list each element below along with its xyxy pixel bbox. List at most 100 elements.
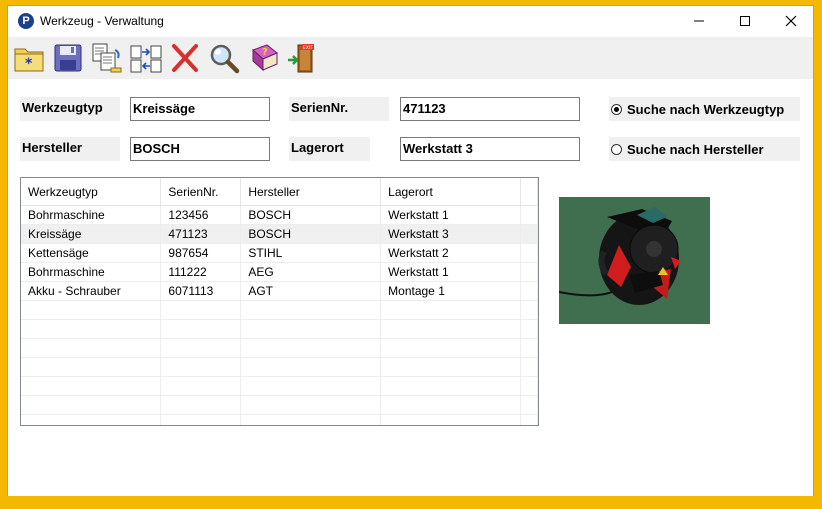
empty-cell [21, 319, 162, 339]
empty-table-row[interactable] [21, 319, 538, 339]
empty-cell [520, 414, 538, 425]
empty-cell [21, 395, 162, 415]
circular-saw-photo [559, 197, 710, 324]
delete-button[interactable] [168, 41, 202, 75]
empty-cell [160, 319, 242, 339]
main-content: Werkzeugtyp Kreissäge SerienNr. 471123 H… [8, 79, 813, 496]
cell-lagerort: Werkstatt 2 [380, 243, 521, 263]
column-header-filler [520, 178, 538, 206]
empty-table-row[interactable] [21, 338, 538, 358]
table-row[interactable]: Kettensäge 987654 STIHL Werkstatt 2 [21, 243, 538, 263]
search-by-type-radio[interactable]: Suche nach Werkzeugtyp [609, 97, 800, 121]
lagerort-field[interactable]: Werkstatt 3 [400, 137, 580, 161]
transfer-button[interactable] [129, 41, 163, 75]
column-header-lagerort[interactable]: Lagerort [380, 178, 521, 206]
empty-cell [21, 357, 162, 377]
cell-lagerort: Werkstatt 3 [380, 224, 521, 244]
window-title: Werkzeug - Verwaltung [40, 14, 164, 28]
empty-table-row[interactable] [21, 300, 538, 320]
empty-cell [520, 300, 538, 320]
empty-cell [21, 300, 162, 320]
empty-cell [380, 376, 521, 396]
table-row[interactable]: Akku - Schrauber 6071113 AGT Montage 1 [21, 281, 538, 301]
column-header-seriennr[interactable]: SerienNr. [160, 178, 242, 206]
column-header-hersteller[interactable]: Hersteller [240, 178, 382, 206]
row-filler [520, 243, 538, 263]
empty-cell [240, 414, 382, 425]
maximize-icon [740, 16, 750, 26]
empty-cell [160, 376, 242, 396]
werkzeugtyp-field[interactable]: Kreissäge [130, 97, 270, 121]
save-button[interactable] [51, 41, 85, 75]
search-button[interactable] [207, 41, 241, 75]
table-row[interactable]: Bohrmaschine 111222 AEG Werkstatt 1 [21, 262, 538, 282]
cell-werkzeugtyp: Kettensäge [21, 243, 162, 263]
seriennr-field[interactable]: 471123 [400, 97, 580, 121]
empty-cell [21, 376, 162, 396]
minimize-button[interactable] [676, 6, 722, 36]
seriennr-label: SerienNr. [289, 97, 389, 121]
cell-seriennr: 471123 [160, 224, 242, 244]
copy-button[interactable] [90, 41, 124, 75]
exit-sign-text: EXIT [303, 45, 313, 51]
empty-cell [160, 300, 242, 320]
cell-lagerort: Werkstatt 1 [380, 262, 521, 282]
empty-cell [380, 357, 521, 377]
empty-cell [380, 319, 521, 339]
table-header-row: Werkzeugtyp SerienNr. Hersteller Lageror… [21, 178, 538, 206]
transfer-arrows-icon [130, 45, 162, 73]
cell-hersteller: BOSCH [240, 205, 382, 225]
empty-cell [240, 376, 382, 396]
cell-lagerort: Montage 1 [380, 281, 521, 301]
empty-cell [520, 395, 538, 415]
empty-cell [240, 319, 382, 339]
empty-cell [160, 338, 242, 358]
exit-button[interactable]: EXIT [285, 41, 319, 75]
new-folder-icon: * [14, 48, 44, 72]
toolbar: * ? EXIT [8, 37, 813, 79]
empty-cell [21, 338, 162, 358]
row-filler [520, 224, 538, 244]
search-by-manufacturer-radio[interactable]: Suche nach Hersteller [609, 137, 800, 161]
empty-cell [520, 319, 538, 339]
delete-x-icon [172, 44, 198, 72]
cell-hersteller: BOSCH [240, 224, 382, 244]
empty-table-row[interactable] [21, 395, 538, 415]
empty-table-row[interactable] [21, 376, 538, 396]
exit-door-icon: EXIT [288, 44, 314, 73]
cell-seriennr: 987654 [160, 243, 242, 263]
close-button[interactable] [768, 6, 814, 36]
copy-documents-icon [92, 43, 122, 73]
help-button[interactable]: ? [246, 41, 280, 75]
empty-cell [520, 357, 538, 377]
empty-table-row[interactable] [21, 414, 538, 425]
cell-werkzeugtyp: Kreissäge [21, 224, 162, 244]
empty-cell [520, 376, 538, 396]
cell-seriennr: 111222 [160, 262, 242, 282]
table-row[interactable]: Kreissäge 471123 BOSCH Werkstatt 3 [21, 224, 538, 244]
table-row[interactable]: Bohrmaschine 123456 BOSCH Werkstatt 1 [21, 205, 538, 225]
title-bar[interactable]: P Werkzeug - Verwaltung [8, 6, 813, 37]
empty-cell [380, 395, 521, 415]
empty-cell [380, 414, 521, 425]
empty-table-row[interactable] [21, 357, 538, 377]
cell-werkzeugtyp: Bohrmaschine [21, 205, 162, 225]
new-button[interactable]: * [12, 41, 46, 75]
empty-cell [380, 300, 521, 320]
hersteller-field[interactable]: BOSCH [130, 137, 270, 161]
maximize-button[interactable] [722, 6, 768, 36]
empty-cell [160, 395, 242, 415]
radio-unchecked-icon [611, 143, 622, 155]
help-book-icon: ? [252, 44, 278, 72]
lagerort-label: Lagerort [289, 137, 370, 161]
column-header-werkzeugtyp[interactable]: Werkzeugtyp [21, 178, 162, 206]
cell-seriennr: 123456 [160, 205, 242, 225]
radio-checked-icon [611, 103, 622, 115]
hersteller-label: Hersteller [20, 137, 120, 161]
cell-hersteller: AGT [240, 281, 382, 301]
empty-cell [240, 300, 382, 320]
search-magnifier-icon [210, 44, 240, 74]
tool-table[interactable]: Werkzeugtyp SerienNr. Hersteller Lageror… [20, 177, 539, 426]
search-by-type-label: Suche nach Werkzeugtyp [627, 101, 785, 117]
empty-cell [21, 414, 162, 425]
